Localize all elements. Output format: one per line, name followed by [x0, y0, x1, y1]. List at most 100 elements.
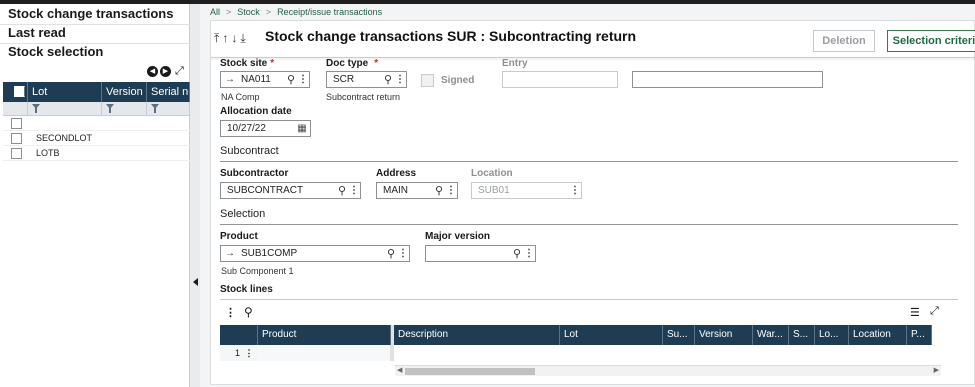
- list-item[interactable]: SECONDLOT: [3, 131, 190, 146]
- search-icon[interactable]: ⚲: [382, 73, 394, 86]
- more-icon[interactable]: ⋮: [225, 306, 236, 319]
- row-menu-icon[interactable]: ⋮: [240, 345, 258, 361]
- search-icon[interactable]: ⚲: [244, 305, 253, 319]
- column-header-location-type[interactable]: Lo...: [815, 325, 849, 345]
- search-icon[interactable]: ⚲: [336, 184, 348, 197]
- product-field[interactable]: → SUB1COMP ⚲ ⋮: [220, 245, 410, 262]
- column-header-description[interactable]: Description: [394, 325, 560, 345]
- more-icon[interactable]: ⋮: [445, 185, 457, 196]
- column-header-product[interactable]: Product: [258, 325, 391, 345]
- select-all-checkbox[interactable]: [14, 86, 25, 97]
- column-header-lot[interactable]: Lot: [560, 325, 663, 345]
- more-icon[interactable]: ⋮: [397, 248, 409, 259]
- stock-lines-grid: Product Description Lot Su... Version Wa…: [220, 325, 945, 365]
- breadcrumb-all[interactable]: All: [210, 7, 220, 17]
- scrollbar-thumb[interactable]: [405, 368, 535, 375]
- deletion-button[interactable]: Deletion: [813, 30, 875, 52]
- allocation-date-field[interactable]: 10/27/22 ▦: [220, 120, 311, 137]
- list-item[interactable]: LOTB: [3, 146, 190, 161]
- breadcrumb-receipt-issue[interactable]: Receipt/issue transactions: [277, 7, 382, 17]
- subcontractor-label: Subcontractor: [220, 168, 289, 179]
- selection-criteria-button[interactable]: Selection criteria: [887, 30, 975, 52]
- more-icon[interactable]: ⋮: [394, 74, 406, 85]
- address-field[interactable]: MAIN ⚲ ⋮: [376, 182, 458, 199]
- more-icon[interactable]: ⋮: [523, 248, 535, 259]
- column-header-version[interactable]: Version: [695, 325, 753, 345]
- filter-version[interactable]: [102, 102, 147, 115]
- signed-checkbox[interactable]: [421, 74, 434, 87]
- scroll-left-icon[interactable]: ◀: [397, 366, 402, 374]
- row-checkbox[interactable]: [11, 117, 22, 129]
- breadcrumb-stock[interactable]: Stock: [237, 7, 260, 17]
- row-cells[interactable]: [394, 345, 935, 361]
- column-header-sublot[interactable]: Su...: [663, 325, 695, 345]
- next-record-icon[interactable]: ↓: [231, 31, 240, 45]
- more-icon[interactable]: ⋮: [348, 185, 360, 196]
- horizontal-scrollbar[interactable]: ◀ ▶: [395, 365, 941, 376]
- more-icon[interactable]: ⋮: [297, 74, 309, 85]
- calendar-icon[interactable]: ▦: [294, 123, 310, 134]
- filter-serial[interactable]: [147, 102, 190, 115]
- filter-lot[interactable]: [28, 102, 102, 115]
- stock-site-field[interactable]: → NA011 ⚲ ⋮: [220, 71, 310, 88]
- row-checkbox[interactable]: [11, 147, 22, 159]
- doc-type-value[interactable]: SCR: [333, 74, 382, 85]
- row-checkbox[interactable]: [11, 132, 22, 144]
- filter-icon[interactable]: [106, 104, 114, 113]
- column-header-p[interactable]: P...: [907, 325, 932, 345]
- expand-icon[interactable]: ⤢: [175, 66, 184, 77]
- previous-record-icon[interactable]: ↑: [222, 31, 231, 45]
- address-value[interactable]: MAIN: [383, 185, 433, 196]
- required-icon: *: [374, 58, 379, 69]
- breadcrumb-separator-icon: >: [265, 7, 272, 17]
- scroll-right-icon[interactable]: ▶: [934, 366, 939, 374]
- column-header-version[interactable]: Version: [102, 82, 147, 102]
- left-panel-nav: ◀ ▶ ⤢: [147, 66, 184, 77]
- last-record-icon[interactable]: ⤓: [240, 31, 248, 45]
- product-value[interactable]: SUB1COMP: [241, 248, 385, 259]
- filter-icon[interactable]: [32, 104, 40, 113]
- arrow-right-icon[interactable]: →: [225, 248, 235, 259]
- section-divider: [220, 299, 958, 300]
- doc-type-field[interactable]: SCR ⚲ ⋮: [326, 71, 407, 88]
- subcontractor-value[interactable]: SUBCONTRACT: [227, 185, 336, 196]
- table-row[interactable]: 1 ⋮: [220, 345, 935, 361]
- main-area: All > Stock > Receipt/issue transactions…: [200, 4, 975, 387]
- location-label: Location: [471, 168, 513, 179]
- breadcrumb: All > Stock > Receipt/issue transactions: [210, 7, 382, 17]
- column-header-location[interactable]: Location: [849, 325, 907, 345]
- arrow-right-icon[interactable]: →: [225, 74, 235, 85]
- major-version-field[interactable]: ⚲ ⋮: [425, 245, 536, 262]
- search-icon[interactable]: ⚲: [285, 73, 297, 86]
- layers-icon[interactable]: ☰: [910, 306, 920, 319]
- stock-change-transactions-link[interactable]: Stock change transactions: [8, 6, 173, 21]
- product-cell[interactable]: [258, 345, 391, 361]
- entry-field[interactable]: [502, 71, 618, 88]
- stock-selection-title[interactable]: Stock selection: [8, 44, 103, 59]
- subcontractor-field[interactable]: SUBCONTRACT ⚲ ⋮: [220, 182, 361, 199]
- search-icon[interactable]: ⚲: [385, 247, 397, 260]
- previous-icon[interactable]: ◀: [147, 66, 158, 77]
- left-panel: Stock change transactions Last read Stoc…: [0, 4, 190, 387]
- collapse-left-panel-icon[interactable]: [193, 278, 198, 286]
- stock-site-value[interactable]: NA011: [241, 74, 285, 85]
- search-icon[interactable]: ⚲: [511, 247, 523, 260]
- column-header-serial[interactable]: Serial nu: [147, 82, 190, 102]
- location-field[interactable]: SUB01 ⋮: [471, 182, 582, 199]
- search-icon[interactable]: ⚲: [433, 184, 445, 197]
- next-icon[interactable]: ▶: [160, 66, 171, 77]
- expand-icon[interactable]: ⤢: [930, 305, 939, 318]
- more-icon[interactable]: ⋮: [569, 185, 581, 196]
- select-all-cell[interactable]: [3, 82, 28, 102]
- filter-icon[interactable]: [151, 104, 159, 113]
- row-number-header: [220, 325, 258, 345]
- location-value[interactable]: SUB01: [478, 185, 569, 196]
- product-label: Product: [220, 231, 258, 242]
- column-header-status[interactable]: S...: [789, 325, 815, 345]
- allocation-date-value[interactable]: 10/27/22: [227, 123, 294, 134]
- column-header-warehouse[interactable]: War...: [753, 325, 789, 345]
- entry-description-field[interactable]: [632, 71, 823, 88]
- last-read-link[interactable]: Last read: [8, 25, 66, 40]
- list-item[interactable]: [3, 116, 190, 131]
- column-header-lot[interactable]: Lot: [28, 82, 102, 102]
